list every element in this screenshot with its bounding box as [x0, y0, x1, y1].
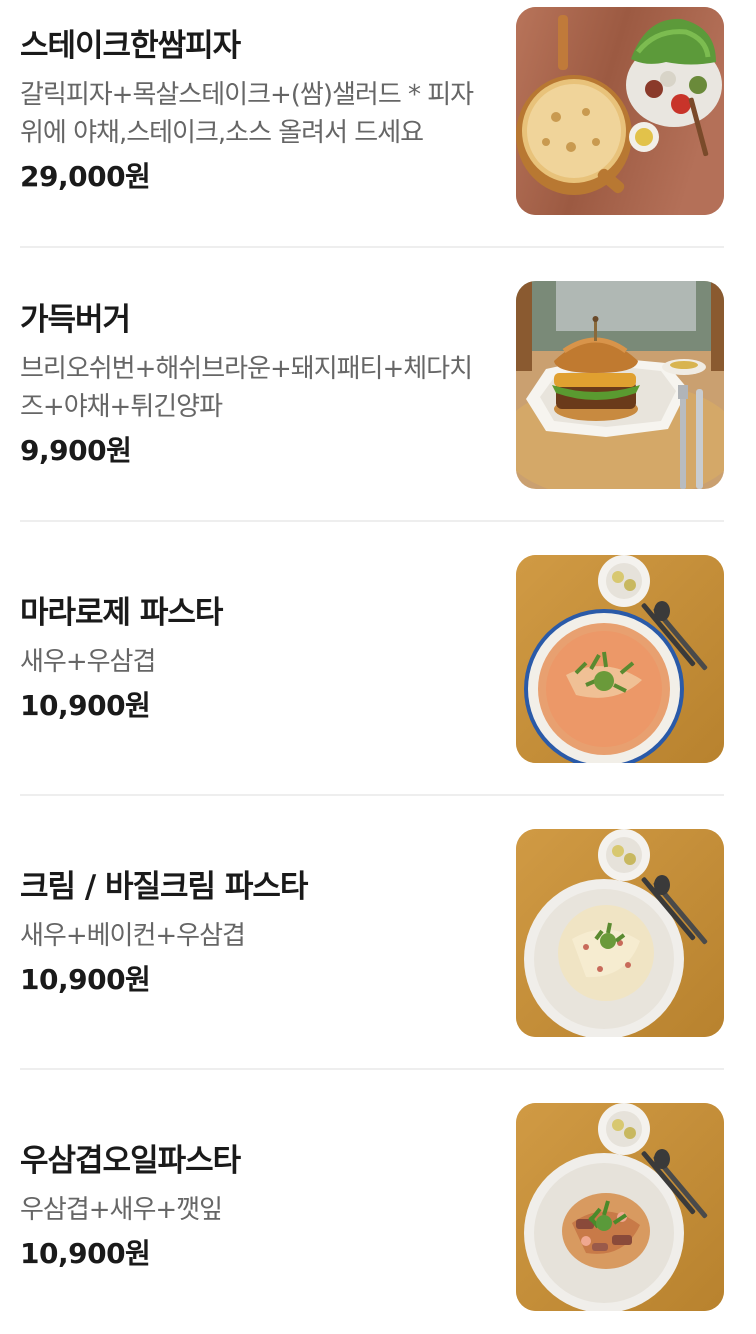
divider — [20, 1068, 724, 1070]
mala-rose-pasta-photo[interactable] — [516, 555, 724, 763]
menu-item-title: 마라로제 파스타 — [20, 595, 223, 631]
menu-item-info: 가득버거 브리오쉬번+해쉬브라운+돼지패티+체다치즈+야채+튀긴양파 9,900… — [20, 281, 490, 489]
divider — [20, 794, 724, 796]
menu-item-info: 크림 / 바질크림 파스타 새우+베이컨+우삼겹 10,900원 — [20, 829, 490, 1037]
steak-pizza-photo[interactable] — [516, 7, 724, 215]
menu-item-price: 10,900원 — [20, 963, 151, 996]
menu-item-title: 스테이크한쌈피자 — [20, 28, 241, 64]
menu-item-mala-rose-pasta[interactable]: 마라로제 파스타 새우+우삼겹 10,900원 — [20, 555, 724, 763]
menu-item-price: 10,900원 — [20, 689, 151, 722]
divider — [20, 246, 724, 248]
menu-item-description: 새우+베이컨+우삼겹 — [20, 921, 246, 951]
menu-item-description: 새우+우삼겹 — [20, 647, 156, 677]
divider — [20, 520, 724, 522]
menu-item-steak-pizza[interactable]: 스테이크한쌈피자 갈릭피자+목살스테이크+(쌈)샐러드 * 피자위에 야채,스테… — [20, 7, 724, 215]
burger-photo[interactable] — [516, 281, 724, 489]
menu-item-oil-pasta[interactable]: 우삼겹오일파스타 우삼겹+새우+깻잎 10,900원 — [20, 1103, 724, 1311]
menu-item-price: 9,900원 — [20, 434, 132, 467]
cream-pasta-photo[interactable] — [516, 829, 724, 1037]
menu-item-cream-pasta[interactable]: 크림 / 바질크림 파스타 새우+베이컨+우삼겹 10,900원 — [20, 829, 724, 1037]
menu-item-burger[interactable]: 가득버거 브리오쉬번+해쉬브라운+돼지패티+체다치즈+야채+튀긴양파 9,900… — [20, 281, 724, 489]
menu-item-title: 우삼겹오일파스타 — [20, 1143, 241, 1179]
menu-item-info: 마라로제 파스타 새우+우삼겹 10,900원 — [20, 555, 490, 763]
menu-item-title: 가득버거 — [20, 302, 131, 338]
menu-list: 스테이크한쌈피자 갈릭피자+목살스테이크+(쌈)샐러드 * 피자위에 야채,스테… — [0, 0, 756, 1334]
oil-pasta-photo[interactable] — [516, 1103, 724, 1311]
menu-item-description: 우삼겹+새우+깻잎 — [20, 1195, 223, 1225]
menu-item-info: 우삼겹오일파스타 우삼겹+새우+깻잎 10,900원 — [20, 1103, 490, 1311]
menu-item-title: 크림 / 바질크림 파스타 — [20, 869, 308, 905]
menu-item-price: 10,900원 — [20, 1237, 151, 1270]
menu-item-price: 29,000원 — [20, 160, 151, 193]
menu-item-description: 브리오쉬번+해쉬브라운+돼지패티+체다치즈+야채+튀긴양파 — [20, 354, 473, 422]
menu-item-description: 갈릭피자+목살스테이크+(쌈)샐러드 * 피자위에 야채,스테이크,소스 올려서… — [20, 80, 474, 148]
menu-item-info: 스테이크한쌈피자 갈릭피자+목살스테이크+(쌈)샐러드 * 피자위에 야채,스테… — [20, 7, 490, 215]
